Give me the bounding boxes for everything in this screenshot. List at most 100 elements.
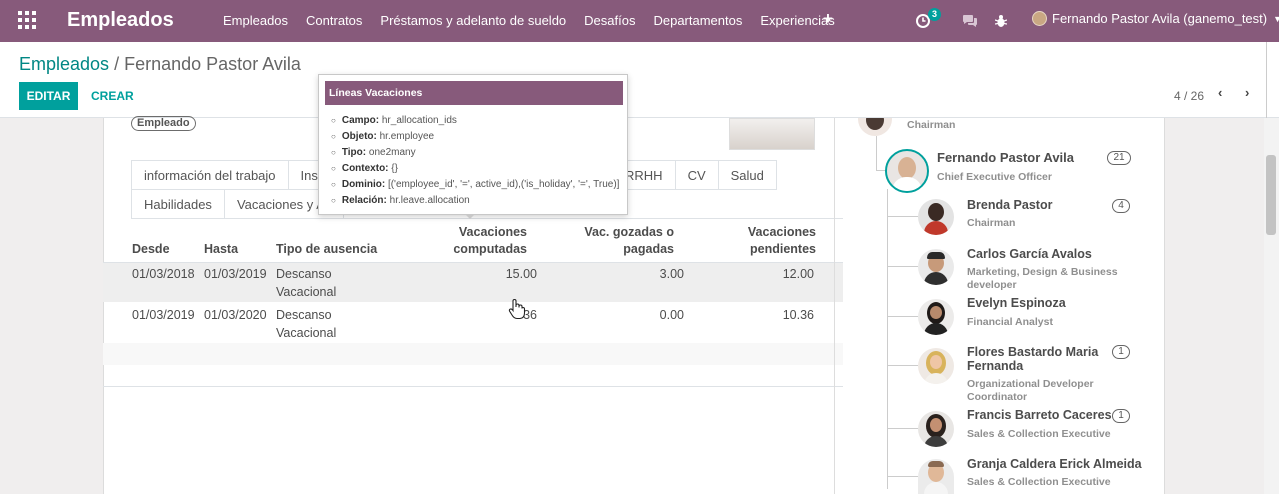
tree-connector xyxy=(887,316,918,317)
menu-item-desafios[interactable]: Desafíos xyxy=(575,0,644,42)
cell-tipo-line2: Vacacional xyxy=(276,326,337,340)
control-panel: Empleados / Fernando Pastor Avila EDITAR… xyxy=(0,42,1279,118)
activity-systray[interactable]: 3 xyxy=(916,0,946,42)
menu-item-departamentos[interactable]: Departamentos xyxy=(644,0,751,42)
header-pendientes[interactable]: Vacaciones pendientes xyxy=(700,224,816,258)
tree-connector xyxy=(887,428,918,429)
cell-hasta: 01/03/2019 xyxy=(204,267,267,281)
menu-item-prestamos[interactable]: Préstamos y adelanto de sueldo xyxy=(371,0,575,42)
subordinate-name[interactable]: Flores Bastardo Maria xyxy=(967,345,1098,360)
main-menu: Empleados Contratos Préstamos y adelanto… xyxy=(214,0,844,42)
scrollbar-thumb[interactable] xyxy=(1266,155,1276,235)
self-avatar[interactable] xyxy=(885,149,929,193)
app-title[interactable]: Empleados xyxy=(67,9,174,32)
tree-line xyxy=(887,189,888,489)
edit-button[interactable]: EDITAR xyxy=(19,82,78,110)
field-tooltip: Líneas Vacaciones Campo: hr_allocation_i… xyxy=(318,74,628,215)
tab-informacion-trabajo[interactable]: información del trabajo xyxy=(131,160,289,190)
employee-tag: Empleado xyxy=(131,116,196,131)
notebook-tabs-row2: Habilidades Vacaciones y As xyxy=(131,189,345,219)
subordinate-name[interactable]: Evelyn Espinoza xyxy=(967,296,1066,311)
header-computadas[interactable]: Vacaciones computadas xyxy=(420,224,527,258)
menu-item-empleados[interactable]: Empleados xyxy=(214,0,297,42)
employee-photo[interactable] xyxy=(729,118,815,150)
table-empty-row xyxy=(103,343,843,365)
subordinate-name[interactable]: Brenda Pastor xyxy=(967,198,1052,213)
bug-icon xyxy=(995,15,1007,27)
breadcrumb-link-empleados[interactable]: Empleados xyxy=(19,54,109,74)
cell-tipo-line2: Vacacional xyxy=(276,285,337,299)
subordinate-name[interactable]: Carlos García Avalos xyxy=(967,247,1092,262)
breadcrumb: Empleados / Fernando Pastor Avila xyxy=(19,54,301,75)
tooltip-item-tipo: Tipo: one2many xyxy=(331,145,619,161)
self-name[interactable]: Fernando Pastor Avila xyxy=(937,150,1074,165)
header-desde[interactable]: Desde xyxy=(132,241,170,258)
tab-cv[interactable]: CV xyxy=(674,160,719,190)
subordinate-count[interactable]: 1 xyxy=(1112,409,1130,423)
notebook-tabs-row1: información del trabajo Insig xyxy=(131,160,341,190)
tab-salud[interactable]: Salud xyxy=(717,160,777,190)
cell-gozadas: 0.00 xyxy=(659,308,684,322)
subordinate-avatar[interactable] xyxy=(918,199,954,235)
subordinate-job: Organizational Developer xyxy=(967,378,1094,390)
breadcrumb-current: Fernando Pastor Avila xyxy=(124,54,301,74)
tree-connector xyxy=(887,216,918,217)
cell-desde: 01/03/2018 xyxy=(132,267,195,281)
tree-connector xyxy=(887,266,918,267)
pager-next-button[interactable]: › xyxy=(1245,85,1249,100)
notebook-tabs-row1-right: RRHH CV Salud xyxy=(612,160,777,190)
subordinate-avatar[interactable] xyxy=(918,348,954,384)
subordinate-count[interactable]: 4 xyxy=(1112,199,1130,213)
tooltip-details: Campo: hr_allocation_ids Objeto: hr.empl… xyxy=(331,113,620,209)
debug-systray[interactable] xyxy=(995,0,1007,42)
table-bottom-divider xyxy=(103,386,843,387)
subordinate-name-line2[interactable]: Fernanda xyxy=(967,359,1023,374)
cell-hasta: 01/03/2020 xyxy=(204,308,267,322)
cell-pendientes: 12.00 xyxy=(782,267,814,281)
self-count[interactable]: 21 xyxy=(1107,151,1131,165)
header-pendientes-line2: pendientes xyxy=(750,242,816,256)
manager-job: Chairman xyxy=(907,119,956,131)
hand-cursor-icon xyxy=(508,298,526,326)
breadcrumb-separator: / xyxy=(114,54,120,74)
pager-prev-button[interactable]: ‹ xyxy=(1218,85,1222,100)
subordinate-avatar[interactable] xyxy=(918,299,954,335)
tooltip-title: Líneas Vacaciones xyxy=(325,81,623,105)
subordinate-name[interactable]: Francis Barreto Caceres xyxy=(967,408,1112,423)
subordinate-avatar[interactable] xyxy=(918,411,954,447)
user-name: Fernando Pastor Avila (ganemo_test) xyxy=(1052,11,1268,26)
apps-menu-icon[interactable] xyxy=(18,11,36,29)
scrollbar-track-top xyxy=(1266,42,1267,118)
top-navbar: Empleados Empleados Contratos Préstamos … xyxy=(0,0,1279,42)
subordinate-avatar[interactable] xyxy=(918,249,954,285)
user-menu[interactable]: Fernando Pastor Avila (ganemo_test) ▼ xyxy=(1032,11,1279,26)
header-hasta[interactable]: Hasta xyxy=(204,241,238,258)
menu-item-contratos[interactable]: Contratos xyxy=(297,0,371,42)
create-button[interactable]: CREAR xyxy=(91,89,134,103)
subordinate-name[interactable]: Granja Caldera Erick Almeida xyxy=(967,457,1142,472)
caret-down-icon: ▼ xyxy=(1273,13,1279,24)
subordinate-job: Financial Analyst xyxy=(967,316,1053,328)
tooltip-item-contexto: Contexto: {} xyxy=(331,161,619,177)
tab-habilidades[interactable]: Habilidades xyxy=(131,189,225,219)
header-gozadas-line2: pagadas xyxy=(623,242,674,256)
user-avatar xyxy=(1032,11,1047,26)
subordinate-job-line2: developer xyxy=(967,279,1017,291)
tree-connector xyxy=(887,365,918,366)
tooltip-item-relacion: Relación: hr.leave.allocation xyxy=(331,193,619,209)
cell-tipo: Descanso Vacacional xyxy=(276,306,336,342)
header-gozadas[interactable]: Vac. gozadas o pagadas xyxy=(560,224,674,258)
cell-computadas: 15.00 xyxy=(505,267,537,281)
tooltip-item-objeto: Objeto: hr.employee xyxy=(331,129,619,145)
add-menu-icon[interactable]: + xyxy=(823,9,833,29)
activity-badge: 3 xyxy=(928,8,942,21)
subordinate-job: Chairman xyxy=(967,217,1016,229)
messaging-systray[interactable] xyxy=(962,0,978,42)
pager-value[interactable]: 4 / 26 xyxy=(1174,89,1204,103)
scrollbar[interactable] xyxy=(1264,118,1279,494)
header-tipo-ausencia[interactable]: Tipo de ausencia xyxy=(276,241,377,258)
subordinate-count[interactable]: 1 xyxy=(1112,345,1130,359)
header-computadas-line1: Vacaciones xyxy=(458,225,527,239)
org-chart-divider xyxy=(834,118,835,494)
subordinate-avatar[interactable] xyxy=(918,459,954,494)
